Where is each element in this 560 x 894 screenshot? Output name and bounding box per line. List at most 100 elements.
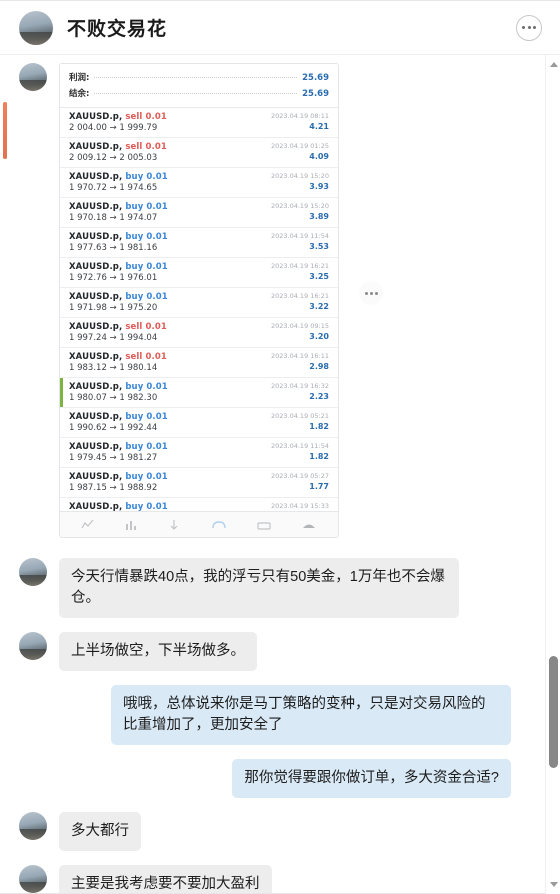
deal-prices: 1 990.62 → 1 992.44 xyxy=(69,423,158,433)
deal-profit: 1.82 xyxy=(309,452,329,461)
message-bubble[interactable]: 今天行情暴跌40点，我的浮亏只有50美金，1万年也不会爆仓。 xyxy=(59,558,459,619)
deal-row[interactable]: XAUUSD.p, sell 0.01 2 004.00 → 1 999.79 20… xyxy=(60,108,338,138)
deal-profit: 1.82 xyxy=(309,422,329,431)
deal-time: 2023.04.19 16:21 xyxy=(270,292,329,300)
message-bubble[interactable]: 上半场做空，下半场做多。 xyxy=(59,632,257,672)
deal-row[interactable]: XAUUSD.p, buy 0.01 1 979.45 → 1 981.27 202… xyxy=(60,438,338,468)
message-bubble[interactable]: 那你觉得要跟你做订单，多大资金合适? xyxy=(232,759,511,799)
deal-info: XAUUSD.p, buy 0.01 1 980.07 → 1 982.30 xyxy=(69,382,168,403)
chat-header: 不败交易花 xyxy=(0,1,560,55)
deal-row[interactable]: XAUUSD.p, buy 0.01 1 987.15 → 1 988.92 202… xyxy=(60,468,338,498)
dot xyxy=(369,291,373,295)
avatar[interactable] xyxy=(19,632,47,661)
deal-side: buy 0.01 xyxy=(125,382,168,392)
chat-window: 不败交易花 利润: 25.69 结余: 25.69 XAUUSD.p, sell… xyxy=(0,0,560,894)
deal-prices: 2 004.00 → 1 999.79 xyxy=(69,123,158,133)
avatar[interactable] xyxy=(19,10,53,45)
deal-profit: 2.23 xyxy=(309,392,329,401)
deal-info: XAUUSD.p, buy 0.01 1 971.98 → 1 975.20 xyxy=(69,292,168,313)
deal-meta: 2023.04.19 05:21 1.82 xyxy=(271,412,329,431)
deal-profit: 3.22 xyxy=(309,302,329,311)
message-bubble[interactable]: 主要是我考虑要不要加大盈利 xyxy=(59,865,272,894)
message-gap xyxy=(0,798,545,812)
deal-symbol: XAUUSD.p, buy 0.01 xyxy=(69,442,168,452)
vertical-scrollbar[interactable] xyxy=(545,55,560,894)
deal-info: XAUUSD.p, buy 0.01 1 979.45 → 1 981.27 xyxy=(69,442,168,463)
deal-meta: 2023.04.19 08:11 4.21 xyxy=(271,112,329,131)
scroll-thumb[interactable] xyxy=(549,656,558,768)
deal-list: XAUUSD.p, sell 0.01 2 004.00 → 1 999.79 20… xyxy=(60,108,338,537)
deal-profit: 3.89 xyxy=(309,212,329,221)
caret-up-icon[interactable] xyxy=(546,57,560,72)
ellipsis-icon[interactable] xyxy=(359,281,383,305)
screenshot-image[interactable]: 利润: 25.69 结余: 25.69 XAUUSD.p, sell 0.01 2… xyxy=(59,63,339,538)
deal-prices: 1 972.76 → 1 976.01 xyxy=(69,273,158,283)
dot xyxy=(522,26,525,29)
deal-side: sell 0.01 xyxy=(125,322,167,332)
deal-info: XAUUSD.p, sell 0.01 2 004.00 → 1 999.79 xyxy=(69,112,167,133)
messages-icon xyxy=(257,521,271,530)
deal-side: buy 0.01 xyxy=(125,472,168,482)
message-bubble[interactable]: 哦哦，总体说来你是马丁策略的变种，只是对交易风险的比重增加了，更加安全了 xyxy=(111,685,511,746)
deal-symbol: XAUUSD.p, sell 0.01 xyxy=(69,352,167,362)
dot xyxy=(364,291,368,295)
deal-time: 2023.04.19 08:11 xyxy=(270,112,329,120)
caret-down-icon[interactable] xyxy=(546,877,560,892)
avatar[interactable] xyxy=(19,865,47,894)
deal-side: buy 0.01 xyxy=(125,412,168,422)
deal-row[interactable]: XAUUSD.p, sell 0.01 1 997.24 → 1 994.04 20… xyxy=(60,318,338,348)
deal-side: sell 0.01 xyxy=(125,142,167,152)
dot-leader xyxy=(94,77,298,78)
deal-profit: 3.93 xyxy=(309,182,329,191)
ellipsis-icon[interactable] xyxy=(516,14,542,41)
deal-prices: 1 977.63 → 1 981.16 xyxy=(69,243,158,253)
text-messages: 今天行情暴跌40点，我的浮亏只有50美金，1万年也不会爆仓。上半场做空，下半场做… xyxy=(0,558,545,894)
deal-row[interactable]: XAUUSD.p, buy 0.01 1 972.76 → 1 976.01 202… xyxy=(60,258,338,288)
deal-time: 2023.04.19 16:32 xyxy=(270,382,329,390)
deal-symbol: XAUUSD.p, sell 0.01 xyxy=(69,112,167,122)
deal-symbol: XAUUSD.p, buy 0.01 xyxy=(69,382,168,392)
deal-meta: 2023.04.19 15:20 3.89 xyxy=(271,202,329,221)
deal-side: sell 0.01 xyxy=(125,112,167,122)
dot xyxy=(527,26,531,29)
deal-prices: 1 987.15 → 1 988.92 xyxy=(69,483,158,493)
deal-info: XAUUSD.p, buy 0.01 1 990.62 → 1 992.44 xyxy=(69,412,168,433)
deal-row[interactable]: XAUUSD.p, buy 0.01 1 977.63 → 1 981.16 202… xyxy=(60,228,338,258)
deal-meta: 2023.04.19 11:54 1.82 xyxy=(271,442,329,461)
deal-row[interactable]: XAUUSD.p, buy 0.01 1 970.72 → 1 974.65 202… xyxy=(60,168,338,198)
deal-row[interactable]: XAUUSD.p, buy 0.01 1 970.18 → 1 974.07 202… xyxy=(60,198,338,228)
settings-icon xyxy=(303,524,316,528)
deal-side: buy 0.01 xyxy=(125,202,168,212)
message-row: 今天行情暴跌40点，我的浮亏只有50美金，1万年也不会爆仓。 xyxy=(0,558,545,619)
deal-info: XAUUSD.p, buy 0.01 1 987.15 → 1 988.92 xyxy=(69,472,168,493)
summary-row: 利润: 25.69 xyxy=(69,69,329,85)
message-gap xyxy=(0,851,545,865)
unread-marker xyxy=(3,102,7,159)
deal-row[interactable]: XAUUSD.p, sell 0.01 1 983.12 → 1 980.14 20… xyxy=(60,348,338,378)
deal-symbol: XAUUSD.p, sell 0.01 xyxy=(69,142,167,152)
avatar[interactable] xyxy=(19,558,47,586)
dot xyxy=(533,26,536,29)
deal-side: buy 0.01 xyxy=(125,292,168,302)
deal-prices: 2 009.12 → 2 005.03 xyxy=(69,153,158,163)
deal-symbol: XAUUSD.p, buy 0.01 xyxy=(69,472,168,482)
deal-row[interactable]: XAUUSD.p, buy 0.01 1 990.62 → 1 992.44 202… xyxy=(60,408,338,438)
message-row: 多大都行 xyxy=(0,812,545,852)
deal-info: XAUUSD.p, sell 0.01 1 983.12 → 1 980.14 xyxy=(69,352,167,373)
deal-row[interactable]: XAUUSD.p, buy 0.01 1 980.07 → 1 982.30 202… xyxy=(60,378,338,408)
deal-row[interactable]: XAUUSD.p, sell 0.01 2 009.12 → 2 005.03 20… xyxy=(60,138,338,168)
page-title: 不败交易花 xyxy=(67,19,168,40)
message-list[interactable]: 利润: 25.69 结余: 25.69 XAUUSD.p, sell 0.01 2… xyxy=(0,55,545,894)
dot-leader xyxy=(94,93,298,94)
deal-meta: 2023.04.19 01:25 4.09 xyxy=(271,142,329,161)
deal-profit: 3.53 xyxy=(309,242,329,251)
deal-info: XAUUSD.p, sell 0.01 1 997.24 → 1 994.04 xyxy=(69,322,167,343)
message-bubble[interactable]: 多大都行 xyxy=(59,812,141,852)
avatar[interactable] xyxy=(19,63,47,91)
avatar[interactable] xyxy=(19,812,47,841)
message-gap xyxy=(0,618,545,632)
deal-time: 2023.04.19 11:54 xyxy=(270,232,329,240)
deal-row[interactable]: XAUUSD.p, buy 0.01 1 971.98 → 1 975.20 202… xyxy=(60,288,338,318)
bottom-nav xyxy=(60,511,338,537)
quotes-icon xyxy=(81,519,94,528)
